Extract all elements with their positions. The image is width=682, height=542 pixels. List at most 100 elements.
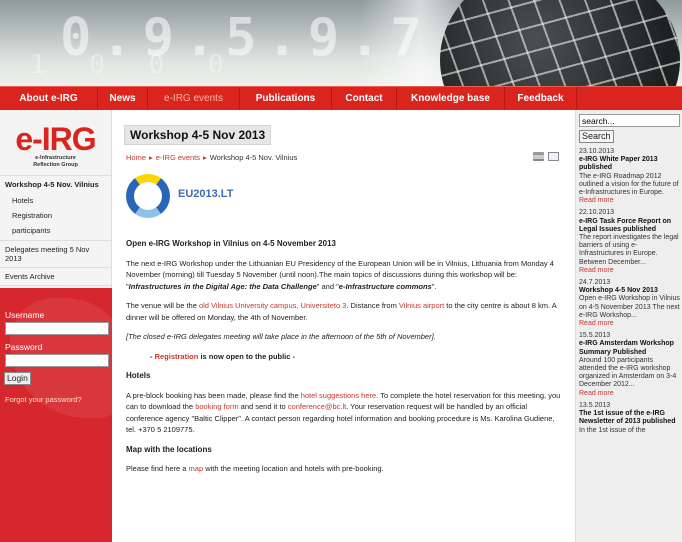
news-title[interactable]: The 1st issue of the e-IRG Newsletter of… [579,410,681,426]
email-link[interactable]: conference@bc.lt [288,402,346,411]
article-body: Open e-IRG Workshop in Vilnius on 4-5 No… [126,238,566,483]
sidebar-item-archive[interactable]: Events Archive [0,268,111,286]
article-heading: Open e-IRG Workshop in Vilnius on 4-5 No… [126,239,336,248]
news-date: 24.7.2013 [579,279,611,287]
news-excerpt: The e-IRG Roadmap 2012 outlined a vision… [579,172,679,197]
banner-digits-decoration-2: 1 0 0 0 [30,50,238,80]
sidebar-item-workshop[interactable]: Workshop 4-5 Nov. Vilnius [0,176,111,193]
text: with the meeting location and hotels wit… [203,464,384,473]
news-excerpt: Open e-IRG Workshop in Vilnius on 4-5 No… [579,295,680,319]
read-more-link[interactable]: Read more [579,267,681,275]
header-banner: 0.9.5.9.7 1 0 0 0 [0,0,682,86]
globe-graphic [440,0,680,86]
news-date: 22.10.2013 [579,209,615,217]
paragraph-closed-meeting: [The closed e-IRG delegates meeting will… [126,331,566,343]
read-more-link[interactable]: Read more [579,390,681,398]
section-navigation: Workshop 4-5 Nov. Vilnius Hotels Registr… [0,176,111,286]
news-item: 24.7.2013 Workshop 4-5 Nov 2013 Open e-I… [579,279,681,328]
read-more-link[interactable]: Read more [579,320,681,328]
sidebar-item-participants[interactable]: participants [0,223,111,241]
text: and send it to [238,402,288,411]
text: A pre-block booking has been made, pleas… [126,390,301,400]
login-panel: Username Password Login Forgot your pass… [0,288,112,542]
eu-ring-icon [126,174,170,218]
text: The venue will be the [126,301,199,310]
news-list: 23.10.2013 e-IRG White Paper 2013 publis… [579,148,681,439]
booking-form-link[interactable]: booking form [195,402,238,411]
site-logo[interactable]: e-IRG e-Infrastructure Reflection Group [0,110,111,176]
text: ". [431,281,437,291]
news-title[interactable]: e-IRG Task Force Report on Legal Issues … [579,218,681,234]
map-link[interactable]: map [189,464,204,473]
map-heading: Map with the locations [126,444,212,454]
news-title[interactable]: e-IRG Amsterdam Workshop Summary Publish… [579,340,681,356]
text: Please find here a [126,464,189,473]
nav-news[interactable]: News [98,87,148,110]
paragraph-venue: The venue will be the old Vilnius Univer… [126,300,566,323]
email-icon[interactable] [548,152,559,161]
sidebar-item-hotels[interactable]: Hotels [0,193,111,208]
text: is now open to the public - [198,351,296,361]
news-item: 15.5.2013 e-IRG Amsterdam Workshop Summa… [579,332,681,398]
breadcrumb-current: Workshop 4-5 Nov. Vilnius [209,153,298,162]
registration-notice: - Registration is now open to the public… [126,351,566,363]
page-title: Workshop 4-5 Nov 2013 [124,125,272,145]
nav-feedback[interactable]: Feedback [505,87,577,110]
hotels-heading: Hotels [126,371,151,380]
search-button[interactable]: Search [579,130,614,143]
breadcrumb-events[interactable]: e-IRG events [156,153,200,162]
news-title[interactable]: e-IRG White Paper 2013 published [579,156,681,172]
print-icon[interactable] [533,152,544,161]
news-excerpt: In the 1st issue of the [579,426,646,434]
search-input[interactable] [579,114,680,127]
username-label: Username [5,310,45,320]
forgot-password-link[interactable]: Forgot your password? [5,395,82,404]
airport-link[interactable]: Vilnius airport [399,301,444,310]
text: " and " [316,281,339,291]
eu-logo-text: EU2013.LT [178,188,234,200]
nav-events[interactable]: e-IRG events [148,87,240,110]
main-content: Workshop 4-5 Nov 2013 Home ▸ e-IRG events ▸… [118,110,573,542]
logo-mark: e-IRG [15,121,96,157]
news-item: 23.10.2013 e-IRG White Paper 2013 publis… [579,148,681,205]
news-title[interactable]: Workshop 4-5 Nov 2013 [579,287,681,295]
news-excerpt: Around 100 participants attended the e-I… [579,356,677,389]
username-input[interactable] [5,322,109,335]
nav-knowledge-base[interactable]: Knowledge base [397,87,505,110]
news-item: 13.5.2013 The 1st issue of the e-IRG New… [579,402,681,435]
password-input[interactable] [5,354,109,367]
left-sidebar: e-IRG e-Infrastructure Reflection Group … [0,110,112,542]
breadcrumb: Home ▸ e-IRG events ▸ Workshop 4-5 Nov. Viln… [126,153,297,162]
paragraph-map: Please find here a map with the meeting … [126,463,566,475]
eu-presidency-logo: EU2013.LT [126,174,236,218]
sidebar-item-registration[interactable]: Registration [0,208,111,223]
login-button[interactable]: Login [4,372,31,385]
nav-about[interactable]: About e-IRG [0,87,98,110]
news-date: 23.10.2013 [579,148,615,155]
news-item: 22.10.2013 e-IRG Task Force Report on Le… [579,209,681,275]
venue-link[interactable]: old Vilnius University campus, Universit… [199,301,346,310]
paragraph-hotels: A pre-block booking has been made, pleas… [126,390,566,436]
read-more-link[interactable]: Read more [579,197,681,205]
news-date: 15.5.2013 [579,332,611,340]
registration-link[interactable]: Registration [155,352,199,361]
topic-2: e-Infrastructure commons [338,281,432,291]
nav-contact[interactable]: Contact [332,87,397,110]
hotel-suggestions-link[interactable]: hotel suggestions here [301,391,376,400]
logo-subtitle-2: Reflection Group [33,162,78,168]
breadcrumb-separator-icon: ▸ [202,153,207,162]
news-date: 13.5.2013 [579,401,611,409]
breadcrumb-home[interactable]: Home [126,153,146,162]
right-sidebar: Search 23.10.2013 e-IRG White Paper 2013… [575,110,682,542]
closed-meeting-note: [The closed e-IRG delegates meeting will… [126,332,436,341]
password-label: Password [5,342,43,352]
nav-publications[interactable]: Publications [240,87,332,110]
news-excerpt: The report investigates the legal barrie… [579,234,679,266]
paragraph-intro: The next e-IRG Workshop under the Lithua… [126,258,566,293]
main-navigation: About e-IRG News e-IRG events Publicatio… [0,86,682,110]
sidebar-item-delegates[interactable]: Delegates meeting 5 Nov 2013 [0,241,111,268]
breadcrumb-separator-icon: ▸ [149,153,153,162]
page-tools [533,152,559,161]
text: . Distance from [346,301,399,310]
topic-1: Infrastructures in the Digital Age: the … [128,281,317,291]
